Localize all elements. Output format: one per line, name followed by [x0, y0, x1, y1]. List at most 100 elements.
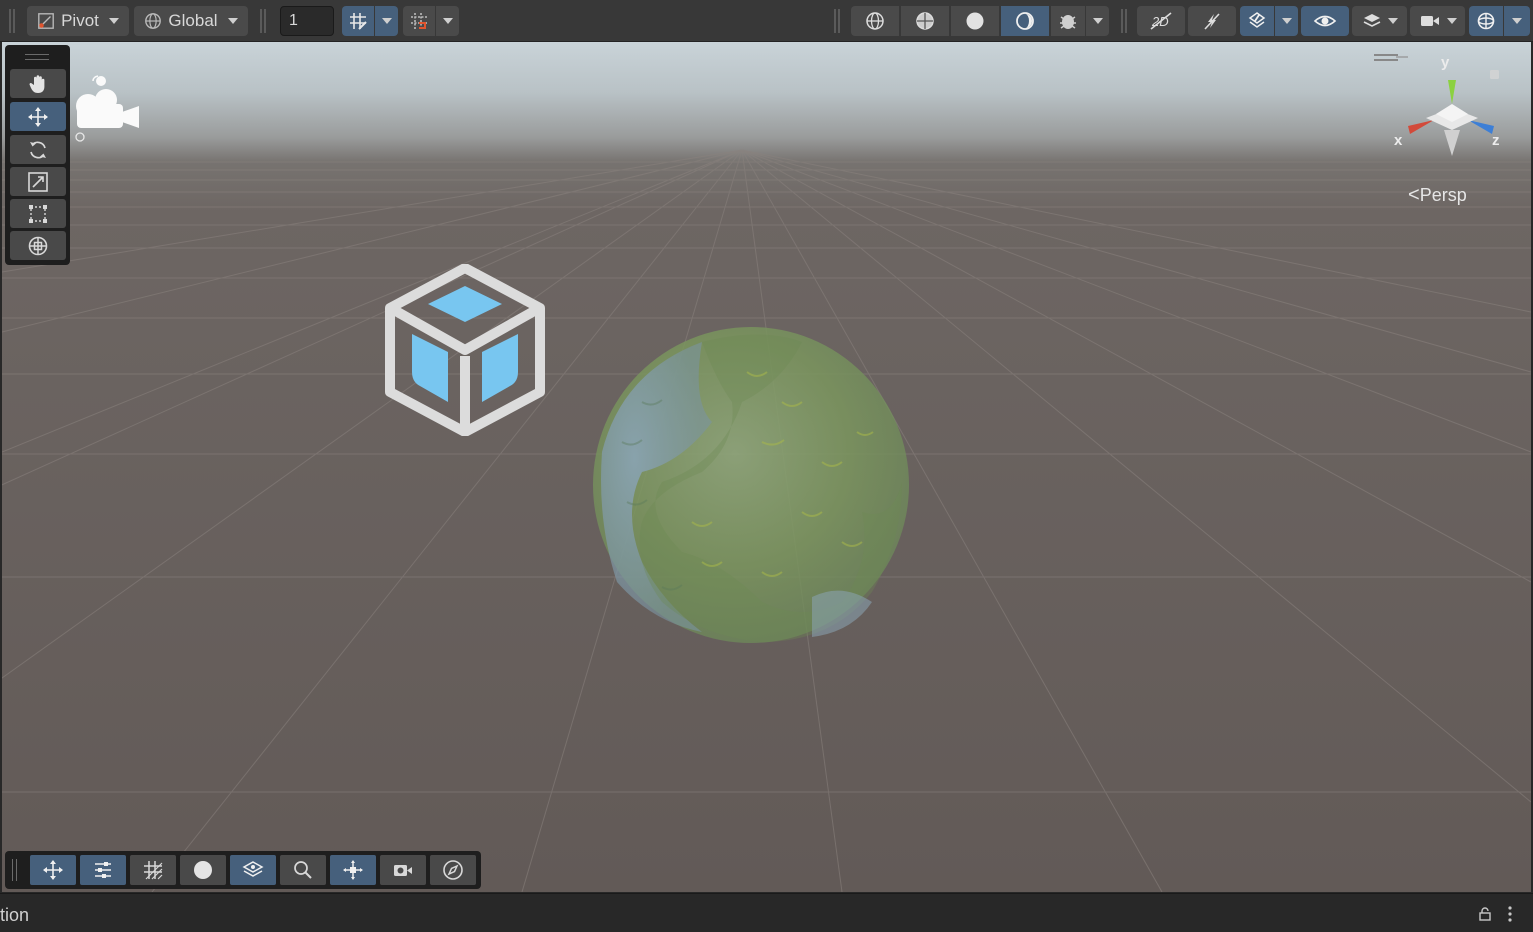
pivot-icon [343, 860, 363, 880]
overlays-toolbar [5, 851, 481, 889]
transform-tool-button[interactable] [10, 231, 66, 260]
lock-icon[interactable] [1479, 907, 1491, 921]
gizmo-y-label[interactable]: y [1441, 54, 1449, 71]
chevron-down-icon [1387, 18, 1398, 24]
gizmos-icon [1477, 12, 1495, 30]
scale-icon [28, 171, 48, 192]
hand-icon [29, 74, 45, 93]
shaded-mode-button[interactable] [951, 6, 999, 36]
move-icon [43, 860, 63, 880]
scale-tool-button[interactable] [10, 167, 66, 196]
pivot-icon [38, 13, 54, 29]
projection-toggle[interactable]: <Persp [1408, 184, 1467, 207]
scene-visibility-icon [1313, 15, 1337, 27]
unlit-mode-button[interactable] [1001, 6, 1049, 36]
layers-dropdown[interactable] [1352, 6, 1407, 36]
more-options-icon[interactable] [1507, 905, 1513, 923]
scene-toolbar: Pivot Global 1 [0, 0, 1533, 42]
chevron-down-icon [1281, 18, 1292, 24]
toolbar-grip[interactable] [1121, 9, 1127, 33]
shaded-wireframe-mode-button[interactable] [901, 6, 949, 36]
camera-overlay-button[interactable] [380, 855, 426, 885]
toolbar-grip[interactable] [9, 9, 15, 33]
layers-overlay-button[interactable] [230, 855, 276, 885]
orientation-gizmo[interactable] [1396, 56, 1506, 166]
rect-tool-button[interactable] [10, 199, 66, 228]
chevron-down-icon [108, 18, 119, 24]
scene-camera-dropdown[interactable] [1410, 6, 1465, 36]
grid-snap-value: 1 [289, 12, 298, 29]
move-icon [28, 106, 48, 127]
search-icon [294, 861, 312, 879]
hand-tool-button[interactable] [10, 69, 66, 98]
rotate-icon [30, 141, 46, 158]
status-text: tion [0, 905, 30, 925]
grid-icon [144, 861, 163, 880]
wireframe-mode-button[interactable] [851, 6, 899, 36]
status-bar: tion [0, 893, 1533, 932]
rect-icon [29, 204, 47, 223]
snap-increment-dropdown[interactable] [436, 6, 459, 36]
gizmo-handle-icon[interactable] [1374, 54, 1398, 61]
chevron-down-icon [1446, 18, 1457, 24]
draw-mode-dropdown[interactable] [1086, 6, 1109, 36]
unlit-icon [1016, 12, 1034, 30]
lighting-toggle-button[interactable] [1188, 6, 1236, 36]
prefab-cube-icon[interactable] [380, 264, 550, 436]
pivot-label: Pivot [61, 11, 99, 30]
sliders-icon [95, 862, 111, 878]
shaded-wireframe-icon [916, 12, 934, 30]
lock-icon[interactable] [1490, 70, 1499, 79]
2d-toggle-button[interactable]: 2D [1137, 6, 1185, 36]
gizmos-dropdown[interactable] [1504, 6, 1530, 36]
snap-increment-icon [411, 13, 427, 29]
wireframe-icon [866, 12, 884, 30]
scene-grid [2, 149, 1531, 892]
scene-viewport[interactable]: y x z <Persp [2, 42, 1531, 892]
debug-draw-mode-button[interactable] [1051, 6, 1085, 36]
chevron-down-icon [381, 18, 392, 24]
scene-fx-dropdown[interactable] [1275, 6, 1298, 36]
scene-visibility-toggle[interactable] [1301, 6, 1349, 36]
audio-effects-icon [1248, 12, 1266, 28]
sphere-object[interactable] [593, 327, 909, 643]
overlay-grip[interactable] [12, 859, 17, 881]
pivot-overlay-button[interactable] [330, 855, 376, 885]
grid-snap-toggle[interactable] [342, 6, 374, 36]
gizmos-toggle[interactable] [1469, 6, 1503, 36]
grid-snap-value-field[interactable]: 1 [280, 6, 334, 36]
layers-icon [242, 861, 264, 877]
camera-icon [394, 865, 412, 876]
gizmo-x-label[interactable]: x [1394, 132, 1402, 149]
settings-overlay-button[interactable] [80, 855, 126, 885]
move-tool-button[interactable] [10, 102, 66, 131]
grid-snap-dropdown[interactable] [375, 6, 398, 36]
camera-gizmo-icon[interactable] [72, 72, 144, 144]
pivot-dropdown[interactable]: Pivot [27, 6, 129, 36]
global-icon [145, 13, 162, 29]
layers-icon [1363, 14, 1380, 27]
scene-fx-toggle[interactable] [1240, 6, 1274, 36]
tools-overlay [5, 45, 70, 265]
rotate-tool-button[interactable] [10, 135, 66, 164]
search-overlay-button[interactable] [280, 855, 326, 885]
chevron-down-icon [227, 18, 238, 24]
toolbar-grip[interactable] [260, 9, 266, 33]
projection-label: Persp [1419, 185, 1467, 205]
2d-toggle-icon: 2D [1150, 12, 1172, 30]
toolbar-grip[interactable] [834, 9, 840, 33]
navigate-overlay-button[interactable] [430, 855, 476, 885]
global-dropdown[interactable]: Global [134, 6, 248, 36]
chevron-down-icon [1512, 18, 1522, 24]
shaded-overlay-button[interactable] [180, 855, 226, 885]
compass-icon [443, 860, 463, 880]
move-overlay-button[interactable] [30, 855, 76, 885]
sphere-icon [194, 861, 212, 879]
shaded-icon [966, 12, 984, 30]
snap-increment-toggle[interactable] [403, 6, 435, 36]
grid-snap-icon [350, 13, 367, 30]
debug-draw-mode-icon [1060, 15, 1076, 29]
grid-overlay-button[interactable] [130, 855, 176, 885]
gizmo-z-label[interactable]: z [1492, 132, 1500, 149]
panel-drag-handle[interactable] [25, 54, 49, 60]
